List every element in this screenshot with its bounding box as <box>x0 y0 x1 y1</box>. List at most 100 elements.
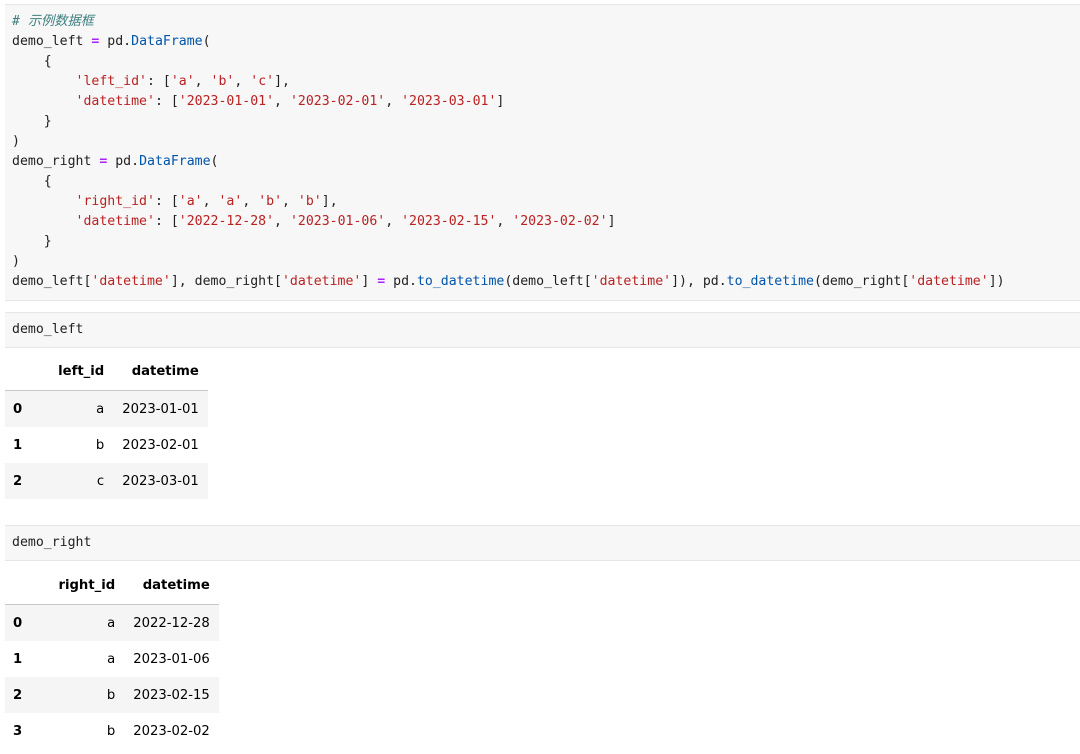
code-token: { <box>12 174 52 189</box>
cell-datetime: 2023-02-15 <box>133 687 210 703</box>
code-token: '2022-12-28' <box>178 214 275 229</box>
row-index: 2 <box>13 687 23 703</box>
code-token: , <box>385 214 402 229</box>
cell-right-id: b <box>106 723 116 739</box>
code-token: to_datetime <box>726 274 814 289</box>
code-line: demo_left['datetime'], demo_right['datet… <box>12 272 1005 292</box>
code-token: 'left_id' <box>75 74 147 89</box>
code-token: '2023-02-02' <box>512 214 608 229</box>
row-index: 1 <box>13 437 23 453</box>
code-token: 'b' <box>258 194 283 209</box>
code-token: 'datetime' <box>75 214 155 229</box>
code-line: demo_right = pd.DataFrame( <box>12 152 218 172</box>
code-token: ] <box>607 214 616 229</box>
code-token: # 示例数据框 <box>12 14 94 29</box>
table-row: 3 b 2023-02-02 <box>5 713 219 749</box>
code-line: # 示例数据框 <box>12 12 94 32</box>
code-token: 'datetime' <box>281 274 362 289</box>
code-token: ) <box>12 134 20 149</box>
code-line: { <box>12 172 52 192</box>
code-token: : [ <box>147 74 171 89</box>
code-token: pd. <box>107 154 140 169</box>
code-cell-demo-right[interactable]: demo_right <box>5 525 1080 561</box>
code-token: 'right_id' <box>75 194 155 209</box>
code-token: ]) <box>988 274 1005 289</box>
code-token: 'a' <box>218 194 243 209</box>
code-cell-input[interactable]: # 示例数据框 demo_left = pd.DataFrame( { 'left… <box>5 4 1080 301</box>
code-token: pd. <box>99 34 132 49</box>
index-header <box>5 352 41 391</box>
code-token: : [ <box>154 194 179 209</box>
cell-datetime: 2022-12-28 <box>133 615 210 631</box>
table-header-row: left_id datetime <box>5 352 208 391</box>
code-line: demo_right <box>12 535 92 550</box>
cell-datetime: 2023-02-02 <box>133 723 210 739</box>
code-token: ]), pd. <box>671 274 727 289</box>
table-row: 2 c 2023-03-01 <box>5 463 208 499</box>
code-line: 'left_id': ['a', 'b', 'c'], <box>12 72 290 92</box>
table-row: 1 b 2023-02-01 <box>5 427 208 463</box>
dataframe-table-demo-left: left_id datetime 0 a 2023-01-01 1 b 2023… <box>5 352 208 499</box>
code-token: '2023-02-15' <box>401 214 497 229</box>
code-token: , <box>385 94 402 109</box>
code-token: '2023-03-01' <box>401 94 497 109</box>
code-token: 'b' <box>297 194 322 209</box>
table-row: 0 a 2023-01-01 <box>5 390 208 427</box>
code-token: demo_left <box>12 34 92 49</box>
index-header <box>5 566 41 605</box>
row-index: 0 <box>13 615 23 631</box>
code-line: ) <box>12 252 20 272</box>
code-line: { <box>12 52 52 72</box>
code-token: , <box>274 214 290 229</box>
code-token: '2023-01-06' <box>289 214 386 229</box>
code-token: ] <box>496 94 505 109</box>
code-line: demo_left = pd.DataFrame( <box>12 32 211 52</box>
code-token: , <box>202 194 219 209</box>
code-token: 'c' <box>250 74 275 89</box>
code-token: ], <box>274 74 290 89</box>
row-index: 2 <box>13 473 23 489</box>
table-header-row: right_id datetime <box>5 566 219 605</box>
column-header-right-id: right_id <box>40 566 125 605</box>
column-header-datetime: datetime <box>113 352 208 391</box>
code-token: ] <box>361 274 378 289</box>
code-token: , <box>242 194 259 209</box>
cell-right-id: b <box>106 687 116 703</box>
table-row: 0 a 2022-12-28 <box>5 604 219 641</box>
code-token: 'a' <box>178 194 203 209</box>
cell-left-id: c <box>96 473 105 489</box>
code-token: 'datetime' <box>591 274 672 289</box>
code-token: pd. <box>385 274 417 289</box>
code-token: , <box>496 214 513 229</box>
cell-right-id: a <box>107 651 116 667</box>
cell-datetime: 2023-03-01 <box>122 473 199 489</box>
cell-datetime: 2023-02-01 <box>122 437 199 453</box>
code-line: } <box>12 232 52 252</box>
code-token: 'datetime' <box>91 274 171 289</box>
cell-datetime: 2023-01-01 <box>122 401 199 417</box>
code-token: ], demo_right[ <box>170 274 282 289</box>
code-cell-demo-left[interactable]: demo_left <box>5 312 1080 348</box>
code-line: demo_left <box>12 322 84 337</box>
code-token: ( <box>210 154 219 169</box>
code-token: , <box>282 194 298 209</box>
code-token: ) <box>12 254 20 269</box>
code-token: (demo_right[ <box>814 274 910 289</box>
cell-right-id: a <box>107 615 116 631</box>
code-line: ) <box>12 132 20 152</box>
row-index: 0 <box>13 401 23 417</box>
table-row: 2 b 2023-02-15 <box>5 677 219 713</box>
column-header-left-id: left_id <box>40 352 114 391</box>
code-token: '2023-02-01' <box>289 94 386 109</box>
code-token: 'b' <box>210 74 235 89</box>
code-line: 'datetime': ['2022-12-28', '2023-01-06',… <box>12 212 616 232</box>
column-header-datetime: datetime <box>124 566 219 605</box>
code-token: , <box>194 74 211 89</box>
code-token: demo_left[ <box>12 274 92 289</box>
row-index: 1 <box>13 651 23 667</box>
cell-datetime: 2023-01-06 <box>133 651 210 667</box>
code-line: } <box>12 112 52 132</box>
code-token: to_datetime <box>416 274 505 289</box>
row-index: 3 <box>13 723 23 739</box>
